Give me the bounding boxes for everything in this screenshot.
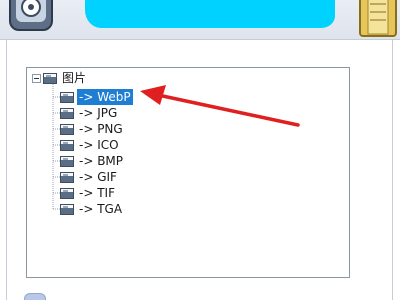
root-collapse-toggle[interactable]	[32, 74, 41, 83]
tree-item-label: -> PNG	[79, 122, 123, 136]
partial-status-icon	[24, 293, 46, 300]
image-icon	[60, 155, 74, 167]
archive-folder-icon	[359, 0, 397, 37]
tree-item-label: -> JPG	[79, 106, 118, 120]
tree-item-bmp[interactable]: -> BMP	[60, 153, 125, 169]
app-header	[0, 0, 400, 40]
tree-item-label: -> ICO	[79, 138, 119, 152]
tree-item-ico[interactable]: -> ICO	[60, 137, 121, 153]
tree-item-label: -> WebP	[77, 89, 133, 105]
format-tree-panel[interactable]: 图片 -> WebP -> JPG -> PNG -> ICO -> BMP -…	[26, 67, 350, 278]
tree-item-label: -> BMP	[79, 154, 124, 168]
image-folder-icon	[43, 72, 57, 84]
tree-root[interactable]: 图片	[43, 70, 88, 86]
image-icon	[60, 171, 74, 183]
image-icon	[60, 107, 74, 119]
window-left-border	[6, 40, 7, 300]
tree-item-jpg[interactable]: -> JPG	[60, 105, 119, 121]
image-icon	[60, 203, 74, 215]
app-logo-icon	[9, 0, 53, 31]
image-icon	[60, 91, 74, 103]
tree-item-label: -> TIF	[79, 186, 115, 200]
tree-item-webp[interactable]: -> WebP	[60, 89, 133, 105]
redacted-title-area	[85, 0, 335, 28]
tree-item-png[interactable]: -> PNG	[60, 121, 125, 137]
tree-item-gif[interactable]: -> GIF	[60, 169, 119, 185]
tree-root-label: 图片	[62, 71, 87, 85]
tree-item-tif[interactable]: -> TIF	[60, 185, 117, 201]
tree-item-label: -> GIF	[79, 170, 117, 184]
tree-item-tga[interactable]: -> TGA	[60, 201, 124, 217]
image-icon	[60, 139, 74, 151]
image-icon	[60, 187, 74, 199]
tree-item-label: -> TGA	[79, 202, 123, 216]
window-right-border	[392, 40, 393, 300]
image-icon	[60, 123, 74, 135]
